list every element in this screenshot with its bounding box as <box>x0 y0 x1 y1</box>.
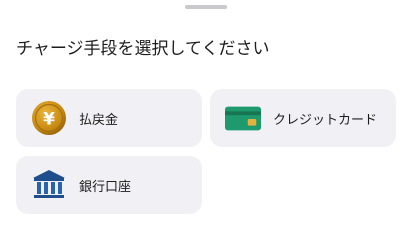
option-bank-account[interactable]: 銀行口座 <box>16 156 202 214</box>
option-label: 銀行口座 <box>79 179 132 195</box>
option-label: 払戻金 <box>79 112 119 128</box>
option-credit-card[interactable]: クレジットカード <box>210 89 396 147</box>
drag-handle[interactable] <box>185 5 227 9</box>
svg-text:¥: ¥ <box>43 110 55 130</box>
bank-icon <box>31 167 67 203</box>
credit-card-icon <box>225 100 261 136</box>
payment-method-sheet: チャージ手段を選択してください ¥ 払戻金 クレジットカード 銀行口座 <box>0 0 412 240</box>
option-refund[interactable]: ¥ 払戻金 <box>16 89 202 147</box>
sheet-title: チャージ手段を選択してください <box>16 39 270 59</box>
yen-coin-icon: ¥ <box>31 100 67 136</box>
option-label: クレジットカード <box>273 112 378 128</box>
